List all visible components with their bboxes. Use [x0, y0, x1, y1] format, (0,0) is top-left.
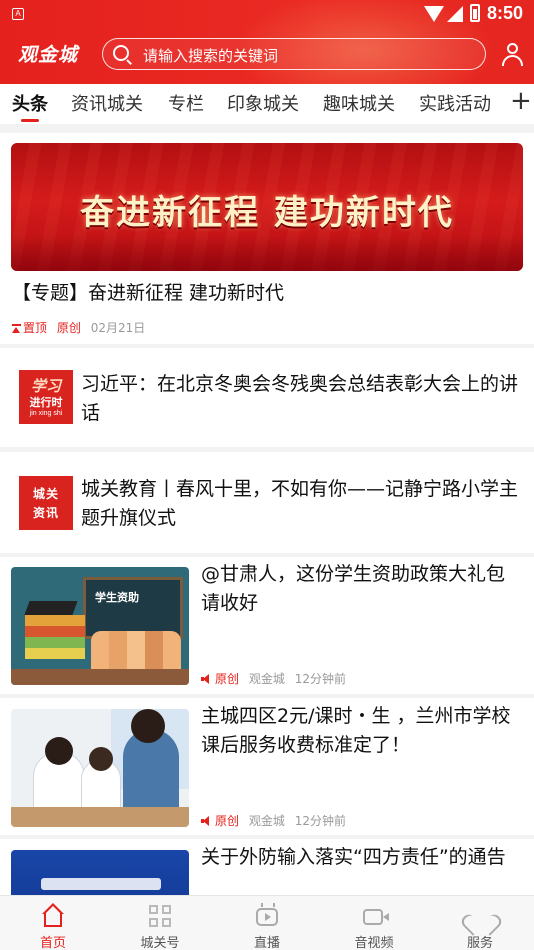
featured-meta: 置顶 原创 02月21日: [12, 319, 145, 336]
user-icon[interactable]: [500, 42, 526, 68]
nav-label: 首页: [39, 936, 66, 950]
list-item[interactable]: 城关 资讯 城关教育丨春风十里，不如有你——记静宁路小学主题升旗仪式: [0, 452, 534, 553]
thumb-blackboard-text: 学生资助: [95, 591, 139, 604]
list-item[interactable]: 关于外防输入落实“四方责任”的通告: [0, 839, 534, 950]
thumb-desk: [11, 669, 189, 685]
app-screen: A 8:50 观金城 请输入搜索的关键词 头条 资讯城关 专栏 印象城关 趣味城…: [0, 0, 534, 950]
featured-title[interactable]: 【专题】奋进新征程 建功新时代: [12, 278, 284, 305]
list-item[interactable]: 学生资助 @甘肃人，这份学生资助政策大礼包请收好 原创 观金城 12分钟前: [0, 557, 534, 694]
article-thumbnail[interactable]: 学生资助: [11, 567, 189, 685]
nav-media[interactable]: 音视频: [334, 896, 414, 950]
icon-line-1: 城关: [32, 487, 59, 501]
study-column-icon: 学习 进行时 jin xing shi: [19, 370, 73, 424]
thumb-student-head: [89, 747, 113, 771]
article-time: 12分钟前: [294, 672, 346, 686]
thumb-student-head: [45, 737, 73, 765]
user-icon-body: [502, 55, 523, 66]
speaker-icon: [201, 674, 211, 684]
list-item[interactable]: 学习 进行时 jin xing shi 习近平：在北京冬奥会冬残奥会总结表彰大会…: [0, 348, 534, 447]
icon-line-2: 资讯: [32, 506, 59, 520]
nav-label: 音视频: [354, 936, 394, 950]
icon-line-2: 进行时: [29, 396, 63, 409]
article-title[interactable]: 关于外防输入落实“四方责任”的通告: [201, 843, 523, 872]
icon-line-3: jin xing shi: [29, 410, 63, 417]
article-thumbnail[interactable]: [11, 709, 189, 827]
signal-icon: [447, 6, 463, 22]
speaker-icon: [201, 816, 211, 826]
tab-news[interactable]: 资讯城关: [71, 90, 143, 116]
wifi-icon: [424, 6, 444, 22]
thumb-graphic: [41, 878, 161, 890]
search-placeholder: 请输入搜索的关键词: [143, 47, 279, 65]
article-title[interactable]: 主城四区2元/课时・生 ，兰州市学校课后服务收费标准定了！: [201, 702, 523, 760]
article-title[interactable]: 习近平：在北京冬奥会冬残奥会总结表彰大会上的讲话: [81, 370, 521, 428]
tab-activities[interactable]: 实践活动: [419, 90, 491, 116]
battery-icon: [470, 4, 480, 22]
pin-icon: [12, 324, 21, 333]
app-logo[interactable]: 观金城: [18, 40, 78, 67]
bottom-navigation: 首页 城关号 直播 音视频 服务: [0, 895, 534, 950]
nav-home[interactable]: 首页: [13, 896, 93, 950]
article-meta: 原创 观金城 12分钟前: [201, 812, 346, 829]
status-time: 8:50: [487, 3, 524, 23]
tab-fun[interactable]: 趣味城关: [323, 90, 395, 116]
search-icon: [113, 45, 129, 61]
article-meta: 原创 观金城 12分钟前: [201, 670, 346, 687]
featured-topic-card[interactable]: 奋进新征程 建功新时代 【专题】奋进新征程 建功新时代 置顶 原创 02月21日: [0, 133, 534, 344]
nav-chengguan-hao[interactable]: 城关号: [120, 896, 200, 950]
article-source: 观金城: [248, 672, 285, 686]
article-title[interactable]: 城关教育丨春风十里，不如有你——记静宁路小学主题升旗仪式: [81, 475, 521, 533]
banner-band: [11, 235, 523, 271]
top-header: A 8:50 观金城 请输入搜索的关键词: [0, 0, 534, 84]
pin-label: 置顶: [23, 321, 48, 335]
banner-image[interactable]: 奋进新征程 建功新时代: [11, 143, 523, 271]
nav-label: 城关号: [140, 936, 180, 950]
banner-slogan: 奋进新征程 建功新时代: [80, 193, 454, 233]
thumb-desk: [11, 807, 189, 827]
original-tag: 原创: [215, 814, 240, 828]
thumb-blackboard: [83, 577, 183, 639]
publish-date: 02月21日: [90, 321, 146, 335]
search-bar[interactable]: 请输入搜索的关键词: [102, 38, 486, 70]
category-tabs: 头条 资讯城关 专栏 印象城关 趣味城关 实践活动 +: [0, 84, 534, 124]
thumb-books: [25, 615, 85, 659]
article-title[interactable]: @甘肃人，这份学生资助政策大礼包请收好: [201, 560, 523, 618]
nav-live[interactable]: 直播: [227, 896, 307, 950]
heart-icon: [469, 906, 491, 928]
active-tab-indicator: [21, 119, 39, 122]
video-icon: [363, 909, 389, 925]
user-icon-head: [507, 43, 518, 54]
nav-label: 服务: [466, 936, 493, 950]
grid-icon: [149, 905, 171, 927]
list-item[interactable]: 主城四区2元/课时・生 ，兰州市学校课后服务收费标准定了！ 原创 观金城 12分…: [0, 698, 534, 835]
original-tag: 原创: [56, 321, 81, 335]
chengguan-news-icon: 城关 资讯: [19, 476, 73, 530]
thumb-hands: [91, 631, 181, 673]
article-time: 12分钟前: [294, 814, 346, 828]
nav-label: 直播: [253, 936, 280, 950]
article-source: 观金城: [248, 814, 285, 828]
tab-headlines[interactable]: 头条: [12, 90, 48, 116]
tab-columns[interactable]: 专栏: [168, 90, 204, 116]
nav-services[interactable]: 服务: [440, 896, 520, 950]
tab-impressions[interactable]: 印象城关: [227, 90, 299, 116]
add-tab-button[interactable]: +: [510, 88, 532, 114]
thumb-grad-cap: [24, 601, 78, 615]
icon-line-1: 学习: [30, 377, 61, 395]
tv-icon: [256, 908, 278, 926]
thumb-teacher-head: [131, 709, 165, 743]
home-icon: [44, 913, 62, 927]
original-tag: 原创: [215, 672, 240, 686]
status-bar: A 8:50: [0, 0, 534, 30]
notification-icon: A: [12, 8, 24, 20]
